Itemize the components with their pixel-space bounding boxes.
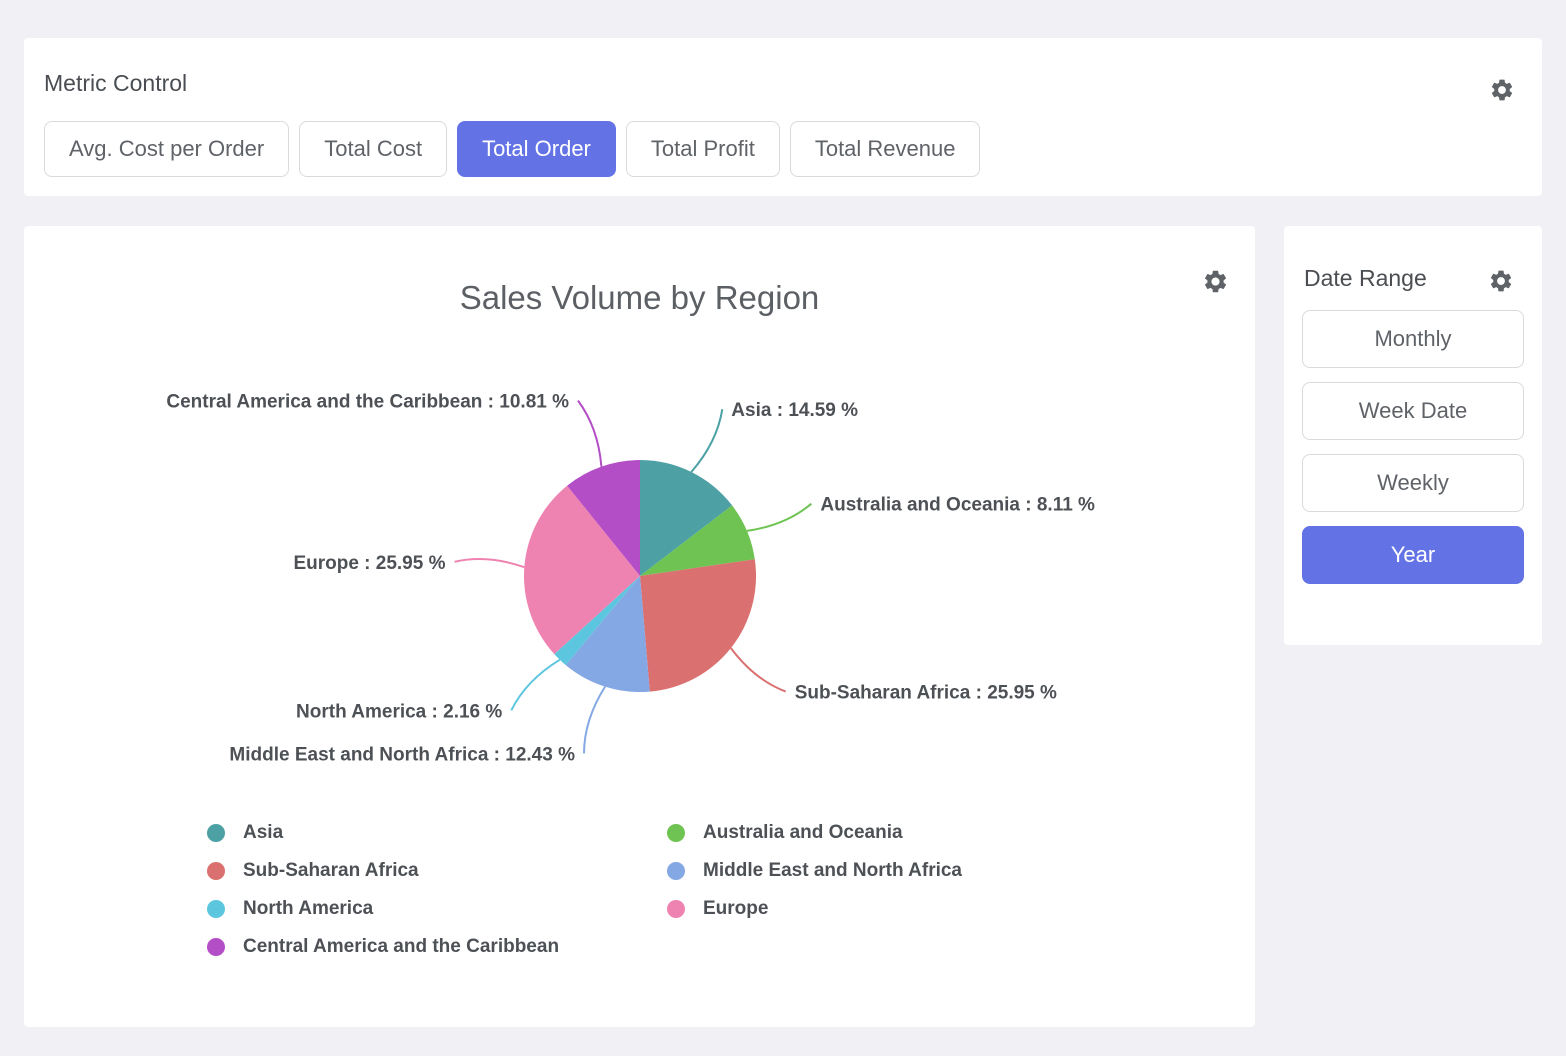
chart-legend: Asia Australia and Oceania Sub-Saharan Afr… [207,814,1127,966]
date-range-panel: Date Range Monthly Week Date Weekly Year [1284,226,1542,645]
metric-control-panel: Metric Control Avg. Cost per OrderTotal … [24,38,1542,196]
pie-label-line-central-america-and-the-caribbean [578,401,601,467]
legend-label: North America [243,898,373,920]
metric-button-row: Avg. Cost per OrderTotal CostTotal Order… [44,121,980,177]
date-range-settings-gear-icon[interactable] [1488,268,1514,294]
pie-label-line-middle-east-and-north-africa [584,687,605,754]
pie-label-north-america: North America : 2.16 % [296,701,502,722]
pie-label-middle-east-and-north-africa: Middle East and North Africa : 12.43 % [229,744,575,765]
legend-item-asia[interactable]: Asia [207,814,667,852]
pie-label-sub-saharan-africa: Sub-Saharan Africa : 25.95 % [795,683,1057,704]
legend-label: Australia and Oceania [703,822,903,844]
date-range-button-year[interactable]: Year [1302,526,1524,584]
metric-button-total-cost[interactable]: Total Cost [299,121,447,177]
date-range-button-weekly[interactable]: Weekly [1302,454,1524,512]
legend-dot-icon [207,938,225,956]
date-range-title: Date Range [1304,264,1427,292]
pie-label-line-asia [691,409,722,472]
legend-item-sub-saharan-africa[interactable]: Sub-Saharan Africa [207,852,667,890]
pie-label-europe: Europe : 25.95 % [293,553,445,574]
pie-label-line-sub-saharan-africa [731,648,786,692]
sales-volume-chart-panel: Sales Volume by Region Asia : 14.59 %Aus… [24,226,1255,1027]
metric-button-avg-cost-per-order[interactable]: Avg. Cost per Order [44,121,289,177]
legend-item-middle-east-and-north-africa[interactable]: Middle East and North Africa [667,852,1127,890]
legend-label: Middle East and North Africa [703,860,962,882]
pie-label-central-america-and-the-caribbean: Central America and the Caribbean : 10.8… [166,392,569,413]
metric-button-total-profit[interactable]: Total Profit [626,121,780,177]
legend-dot-icon [207,824,225,842]
legend-item-north-america[interactable]: North America [207,890,667,928]
pie-label-line-north-america [511,660,559,711]
legend-item-central-america-and-the-caribbean[interactable]: Central America and the Caribbean [207,928,667,966]
legend-dot-icon [667,900,685,918]
pie-label-asia: Asia : 14.59 % [731,400,858,421]
legend-dot-icon [207,862,225,880]
legend-label: Sub-Saharan Africa [243,860,419,882]
pie-label-line-australia-and-oceania [747,504,812,531]
legend-label: Central America and the Caribbean [243,936,559,958]
metric-button-total-revenue[interactable]: Total Revenue [790,121,981,177]
pie-slice-sub-saharan-africa[interactable] [640,559,756,691]
metric-button-total-order[interactable]: Total Order [457,121,616,177]
metric-control-settings-gear-icon[interactable] [1489,77,1515,103]
legend-label: Europe [703,898,768,920]
legend-dot-icon [207,900,225,918]
legend-label: Asia [243,822,283,844]
legend-item-australia-and-oceania[interactable]: Australia and Oceania [667,814,1127,852]
pie-label-line-europe [455,559,525,567]
date-range-button-column: Monthly Week Date Weekly Year [1302,310,1524,598]
date-range-button-monthly[interactable]: Monthly [1302,310,1524,368]
metric-control-title: Metric Control [44,69,187,97]
pie-label-australia-and-oceania: Australia and Oceania : 8.11 % [820,495,1095,516]
legend-dot-icon [667,824,685,842]
legend-dot-icon [667,862,685,880]
date-range-button-week-date[interactable]: Week Date [1302,382,1524,440]
legend-item-europe[interactable]: Europe [667,890,1127,928]
